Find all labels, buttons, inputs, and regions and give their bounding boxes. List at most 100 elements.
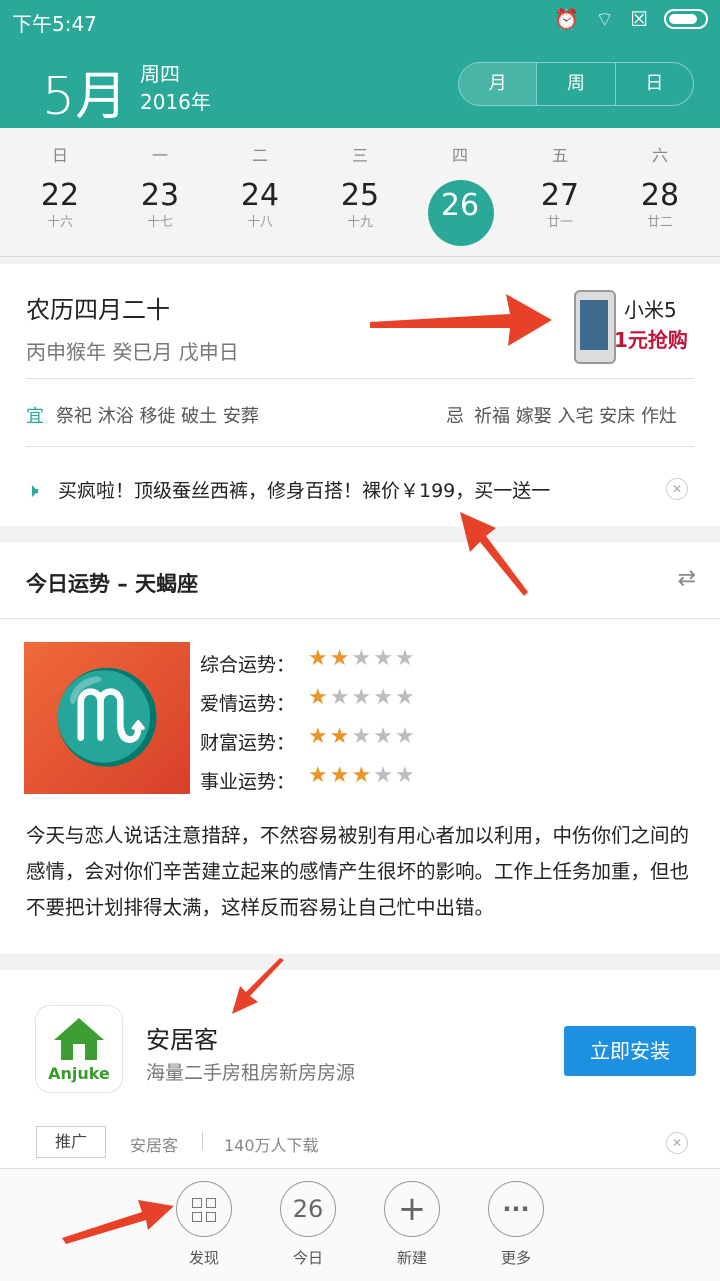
day-lunar: 十七: [146, 215, 173, 230]
day-lunar: 十八: [246, 215, 273, 230]
yi-label: 宜: [26, 406, 44, 427]
day-cell-selected[interactable]: 26: [410, 178, 510, 248]
install-button[interactable]: 立即安装: [564, 1026, 696, 1076]
day-cell[interactable]: 28 廿二: [610, 178, 710, 248]
day-cell[interactable]: 27 廿一: [510, 178, 610, 248]
star-icon: ★: [329, 763, 352, 788]
bottom-label: 新建: [396, 1249, 427, 1267]
divider: [26, 446, 694, 447]
star-icon: ★: [373, 685, 395, 710]
discover-button[interactable]: 发现: [164, 1181, 244, 1268]
app-description: 海量二手房租房新房房源: [146, 1062, 356, 1084]
fortune-label: 事业运势：: [200, 771, 296, 793]
rating-stars: ★★★★★: [308, 685, 417, 710]
tab-day[interactable]: 日: [614, 63, 693, 105]
app-icon-word: Anjuke: [48, 1064, 110, 1083]
current-weekday: 周四: [140, 62, 180, 86]
star-icon: ★: [351, 646, 374, 671]
divider: [0, 618, 720, 619]
current-year: 2016年: [140, 90, 211, 114]
day-number: 25: [340, 178, 380, 213]
star-icon: ★: [394, 646, 417, 671]
status-bar: 下午5:47 ⏰ ⌔ ☒: [0, 0, 720, 38]
more-button[interactable]: ··· 更多: [476, 1181, 556, 1268]
divider: [202, 1132, 203, 1150]
bottom-label: 今日: [292, 1249, 323, 1267]
weekday-header: 日: [51, 146, 68, 165]
day-cell[interactable]: 22 十六: [10, 178, 110, 248]
yi-items: 祭祀 沐浴 移徙 破土 安葬: [56, 406, 259, 427]
star-icon: ★: [308, 685, 330, 710]
day-cell[interactable]: 24 十八: [210, 178, 310, 248]
house-icon: [54, 1018, 104, 1060]
day-lunar: 十六: [46, 215, 73, 230]
tab-month[interactable]: 月: [459, 63, 537, 105]
ad-product-name[interactable]: 小米5: [624, 294, 677, 323]
ad-tag: 推广: [36, 1126, 106, 1158]
rating-stars: ★★★★★: [308, 763, 417, 788]
alarm-off-icon: ⏰: [554, 7, 580, 31]
weekday-header: 四: [451, 146, 468, 165]
bottom-label: 更多: [500, 1249, 531, 1267]
star-icon: ★: [308, 646, 330, 671]
new-event-button[interactable]: + 新建: [372, 1181, 452, 1268]
today-icon: 26: [280, 1181, 336, 1237]
weekday-header: 二: [251, 146, 268, 165]
day-lunar: 廿二: [646, 215, 673, 230]
weekday-header: 三: [351, 146, 368, 165]
day-number: 22: [40, 178, 80, 213]
day-number: 27: [540, 178, 580, 213]
anjuke-app-icon[interactable]: Anjuke: [36, 1006, 122, 1092]
status-time: 下午5:47: [12, 12, 97, 36]
star-icon: ★: [329, 685, 352, 710]
fortune-description: 今天与恋人说话注意措辞，不然容易被别有用心者加以利用，中伤你们之间的感情，会对你…: [26, 824, 690, 919]
weekday-header: 六: [651, 146, 668, 165]
weekday-header: 一: [151, 146, 168, 165]
day-cell[interactable]: 23 十七: [110, 178, 210, 248]
day-number: 28: [640, 178, 680, 213]
swap-icon[interactable]: ⇄: [678, 566, 696, 591]
day-cell[interactable]: 25 十九: [310, 178, 410, 248]
week-strip: 日 一 二 三 四 五 六 22 十六 23 十七 24 十八 25 十九 26…: [0, 128, 720, 257]
weekday-header: 五: [551, 146, 568, 165]
current-month: 5月: [42, 67, 128, 127]
star-icon: ★: [329, 724, 352, 749]
divider: [26, 378, 694, 379]
phone-ad-image[interactable]: [574, 290, 616, 364]
star-icon: ★: [351, 685, 374, 710]
lunar-date: 农历四月二十: [26, 296, 170, 324]
sim-blocked-icon: ☒: [630, 7, 648, 31]
day-number: 26: [440, 188, 480, 223]
scorpio-icon: ♏: [24, 642, 190, 794]
star-icon: ★: [308, 763, 330, 788]
fortune-card: 今日运势 – 天蝎座 ⇄ ♏ 综合运势： ★★★★★ 爱情运势： ★★★★★ 财…: [0, 542, 720, 954]
star-icon: ★: [394, 763, 417, 788]
bottom-label: 发现: [188, 1249, 219, 1267]
star-icon: ★: [373, 763, 395, 788]
star-icon: ★: [394, 685, 417, 710]
fortune-title: 今日运势 – 天蝎座: [26, 572, 199, 596]
star-icon: ★: [373, 646, 395, 671]
almanac-card: 农历四月二十 丙申猴年 癸巳月 戊申日 小米5 1元抢购 宜 祭祀 沐浴 移徙 …: [0, 264, 720, 526]
close-icon[interactable]: ✕: [666, 478, 688, 500]
fortune-label: 综合运势：: [200, 654, 296, 676]
star-icon: ★: [308, 724, 330, 749]
promo-text[interactable]: 买疯啦！顶级蚕丝西裤，修身百搭！裸价￥199，买一送一: [58, 476, 550, 503]
today-button[interactable]: 26 今日: [268, 1181, 348, 1268]
close-icon[interactable]: ✕: [666, 1132, 688, 1154]
grid-icon: [176, 1181, 232, 1237]
star-icon: ★: [394, 724, 417, 749]
day-lunar: 十九: [346, 215, 373, 230]
ganzhi-date: 丙申猴年 癸巳月 戊申日: [26, 340, 239, 364]
star-icon: ★: [329, 646, 352, 671]
app-publisher: 安居客: [130, 1136, 179, 1155]
tab-week[interactable]: 周: [536, 63, 614, 105]
ad-offer[interactable]: 1元抢购: [614, 324, 688, 353]
bottom-toolbar: 发现 26 今日 + 新建 ··· 更多: [0, 1168, 720, 1281]
star-icon: ★: [373, 724, 395, 749]
app-name[interactable]: 安居客: [146, 1020, 218, 1055]
rating-stars: ★★★★★: [308, 646, 417, 671]
ji-items: 祈福 嫁娶 入宅 安床 作灶: [474, 406, 677, 427]
app-ad-card: Anjuke 安居客 海量二手房租房新房房源 立即安装 推广 安居客 140万人…: [0, 970, 720, 1168]
star-icon: ★: [351, 724, 374, 749]
